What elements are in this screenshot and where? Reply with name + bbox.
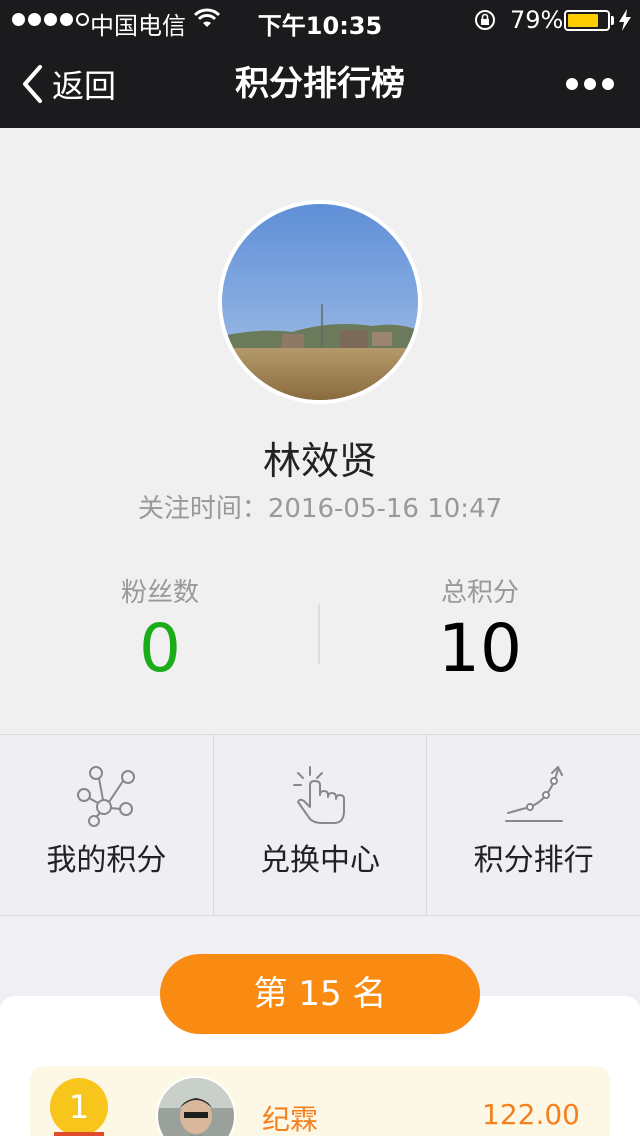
- follow-time-value: 2016-05-16 10:47: [267, 494, 503, 524]
- user-name: 林效贤: [262, 439, 377, 483]
- top-bar: 中国电信 下午10:35 79% 返回 积分排行榜: [0, 0, 640, 128]
- trend-up-icon: [504, 766, 563, 822]
- follow-time: 关注时间：2016-05-16 10:47: [0, 488, 640, 525]
- rotation-lock-icon: [475, 10, 495, 30]
- network-icon: [77, 766, 136, 827]
- chevron-left-icon: [23, 65, 42, 103]
- avatar-landscape-image: [222, 204, 418, 400]
- battery-level: [568, 14, 598, 27]
- ranking-name: 纪霖: [262, 1103, 319, 1136]
- menu-points-ranking-label: 积分排行: [473, 843, 594, 878]
- back-label: 返回: [52, 67, 117, 105]
- function-menu: 我的积分 兑换中心 积分排行: [0, 734, 640, 916]
- fans-stat: 粉丝数 0: [0, 572, 320, 689]
- points-value: 10: [438, 610, 522, 687]
- menu-my-points[interactable]: 我的积分: [0, 735, 214, 915]
- points-stat: 总积分 10: [320, 572, 640, 689]
- menu-points-ranking[interactable]: 积分排行: [427, 735, 640, 915]
- menu-my-points-label: 我的积分: [46, 843, 167, 878]
- avatar: [218, 200, 422, 404]
- ranking-avatar-image: [158, 1078, 234, 1136]
- profile-section: 林效贤 关注时间：2016-05-16 10:47 粉丝数 0 总积分 10: [0, 128, 640, 734]
- more-dot-icon: [566, 78, 578, 90]
- tap-hand-icon: [293, 766, 345, 824]
- more-button[interactable]: [566, 72, 616, 96]
- more-dot-icon: [602, 78, 614, 90]
- points-label: 总积分: [440, 578, 519, 608]
- ranking-row[interactable]: 1 纪霖 122.00: [30, 1066, 610, 1136]
- more-dot-icon: [584, 78, 596, 90]
- rank-medal-icon: 1: [50, 1078, 108, 1136]
- battery-percent: 79%: [510, 6, 564, 34]
- menu-exchange-center[interactable]: 兑换中心: [214, 735, 428, 915]
- fans-label: 粉丝数: [120, 578, 199, 608]
- fans-value: 0: [139, 610, 181, 687]
- medal-ribbon-icon: [54, 1132, 104, 1136]
- battery-icon: [564, 10, 610, 31]
- my-rank-badge: 第 15 名: [160, 954, 480, 1034]
- menu-exchange-center-label: 兑换中心: [260, 843, 380, 878]
- battery-tip: [611, 16, 614, 25]
- back-button[interactable]: 返回: [20, 62, 116, 106]
- status-bar: 中国电信 下午10:35 79%: [0, 0, 640, 40]
- ranking-avatar: [156, 1076, 236, 1136]
- ranking-score: 122.00: [482, 1098, 580, 1131]
- follow-time-label: 关注时间：: [137, 494, 268, 524]
- charging-bolt-icon: [619, 9, 631, 31]
